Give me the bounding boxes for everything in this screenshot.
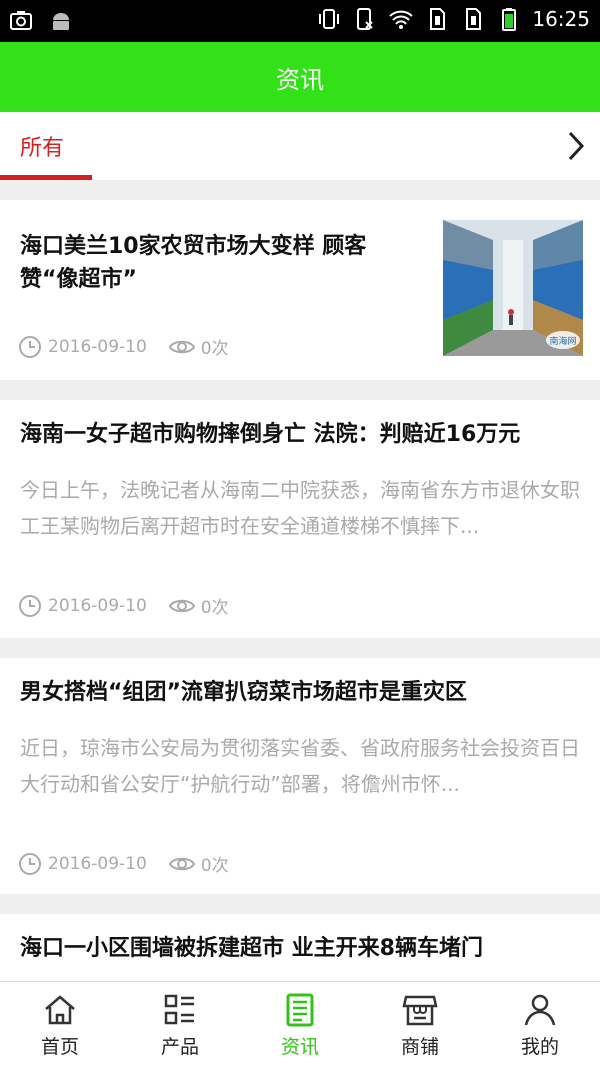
store-icon [402,995,438,1026]
news-date: 2016-09-10 [48,853,147,874]
clock-icon [19,594,41,617]
phone-icon [357,8,374,30]
eye-icon [168,857,195,870]
news-views: 0次 [200,856,229,876]
user-icon [524,994,556,1026]
market-photo: 南海网 [443,220,583,356]
news-summary: 今日上午，法晚记者从海南二中院获悉，海南省东方市退休女职工王某购物后离开超市时在… [20,478,580,538]
tab-all[interactable]: 所有 [0,112,92,180]
news-date: 2016-09-10 [48,336,147,357]
news-title: 海口美兰10家农贸市场大变样 顾客赞“像超市” [20,234,367,292]
status-bar: 16:25 [0,0,600,42]
clock-icon [19,335,41,358]
tab-all-label: 所有 [20,136,65,161]
home-icon [45,995,75,1025]
list-icon [164,994,194,1025]
nav-products[interactable]: 产品 [120,982,240,1067]
nav-news[interactable]: 资讯 [240,982,360,1067]
news-summary: 近日，琼海市公安局为贯彻落实省委、省政府服务社会投资百日大行动和省公安厅“护航行… [20,736,580,796]
nav-profile[interactable]: 我的 [480,982,600,1067]
clock: 16:25 [532,7,590,31]
news-item[interactable]: 男女搭档“组团”流窜扒窃菜市场超市是重灾区 近日，琼海市公安局为贯彻落实省委、省… [0,658,600,894]
news-title: 男女搭档“组团”流窜扒窃菜市场超市是重灾区 [20,680,467,705]
nav-profile-label: 我的 [520,1036,559,1058]
wifi-icon [389,10,414,29]
news-item[interactable]: 海南一女子超市购物摔倒身亡 法院：判赔近16万元 今日上午，法晚记者从海南二中院… [0,400,600,638]
screenshot-icon [10,11,32,30]
sim2-icon [466,8,482,30]
clock-icon [19,852,41,875]
nav-home-label: 首页 [40,1036,79,1058]
news-icon [286,993,314,1027]
tab-indicator [0,175,92,180]
android-icon [53,13,69,30]
nav-stores[interactable]: 商铺 [360,982,480,1067]
watermark: 南海网 [549,335,576,347]
nav-stores-label: 商铺 [400,1036,439,1058]
app-bar: 资讯 [0,42,600,112]
news-item[interactable]: 海口美兰10家农贸市场大变样 顾客赞“像超市” 2016-09-10 0次 南海… [0,200,600,380]
chevron-right-icon[interactable] [564,130,588,162]
news-meta: 2016-09-10 0次 [18,851,229,876]
news-title: 海口一小区围墙被拆建超市 业主开来8辆车堵门 [20,936,483,961]
category-tabs: 所有 [0,112,600,180]
nav-products-label: 产品 [160,1036,199,1058]
bottom-nav: 首页 产品 资讯 商铺 我的 [0,981,600,1067]
nav-home[interactable]: 首页 [0,982,120,1067]
news-meta: 2016-09-10 0次 [18,593,229,618]
news-views: 0次 [200,598,229,618]
eye-icon [168,599,195,612]
news-title: 海南一女子超市购物摔倒身亡 法院：判赔近16万元 [20,422,521,447]
battery-icon [502,8,517,31]
page-title: 资讯 [276,65,324,94]
vibrate-icon [319,9,340,29]
eye-icon [168,340,195,353]
news-date: 2016-09-10 [48,595,147,616]
nav-news-label: 资讯 [280,1036,319,1058]
news-views: 0次 [200,339,229,359]
news-meta: 2016-09-10 0次 [18,334,229,359]
news-thumbnail[interactable]: 南海网 [443,220,583,356]
sim1-icon [430,8,446,30]
